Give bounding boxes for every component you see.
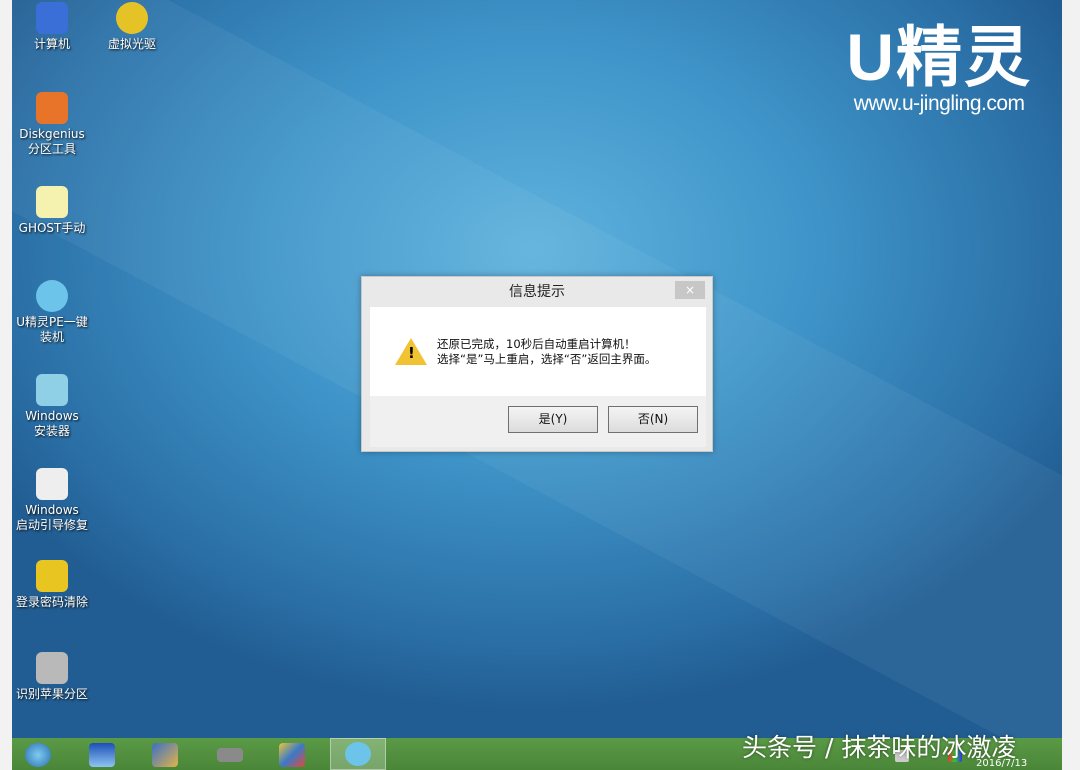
- taskbar-computer[interactable]: [82, 740, 122, 770]
- u-jingling-icon: [36, 280, 68, 312]
- dialog-footer: 是(Y) 否(N): [370, 396, 706, 447]
- no-button[interactable]: 否(N): [608, 406, 698, 433]
- taskbar-u-jingling[interactable]: [330, 738, 386, 770]
- computer-icon: [36, 2, 68, 34]
- desktop-icon[interactable]: Diskgenius 分区工具: [12, 92, 97, 157]
- windows-installer-icon: [36, 374, 68, 406]
- taskbar-drive[interactable]: [210, 740, 250, 770]
- watermark: 头条号 / 抹茶味的冰激凌: [742, 728, 1016, 764]
- disc-icon: [116, 2, 148, 34]
- desktop-icon-label: U精灵PE一键 装机: [12, 315, 97, 345]
- monitor-icon: [89, 743, 115, 767]
- dialog-content: ! 还原已完成，10秒后自动重启计算机！ 选择“是”马上重启，选择“否”返回主界…: [370, 307, 706, 396]
- desktop-icon-label: Windows 安装器: [12, 409, 97, 439]
- warning-icon: !: [395, 338, 427, 365]
- desktop-icon[interactable]: 识别苹果分区: [12, 652, 97, 702]
- info-dialog: 信息提示 × ! 还原已完成，10秒后自动重启计算机！ 选择“是”马上重启，选择…: [361, 276, 713, 452]
- taskbar-cleanup[interactable]: [145, 740, 185, 770]
- desktop-icon[interactable]: 登录密码清除: [12, 560, 97, 610]
- message-line-1: 还原已完成，10秒后自动重启计算机！: [437, 337, 656, 352]
- desktop-icon-label: Diskgenius 分区工具: [12, 127, 97, 157]
- desktop-icon-label: GHOST手动: [12, 221, 97, 236]
- hard-drive-icon: [217, 748, 243, 762]
- first-aid-box-icon: [36, 468, 68, 500]
- windows-orb-icon: [25, 743, 51, 767]
- drive-icon: [36, 652, 68, 684]
- desktop-icon-label: 登录密码清除: [12, 595, 97, 610]
- desktop-icon[interactable]: Windows 启动引导修复: [12, 468, 97, 533]
- dialog-title: 信息提示: [362, 277, 712, 307]
- logo-url: www.u-jingling.com: [846, 92, 1032, 116]
- close-button[interactable]: ×: [675, 281, 705, 299]
- key-icon: [36, 560, 68, 592]
- desktop-icon[interactable]: Windows 安装器: [12, 374, 97, 439]
- desktop-icon[interactable]: U精灵PE一键 装机: [12, 280, 97, 345]
- tools-icon: [279, 743, 305, 767]
- desktop-icon-label: 识别苹果分区: [12, 687, 97, 702]
- u-jingling-icon: [345, 742, 371, 766]
- desktop-icon[interactable]: GHOST手动: [12, 186, 97, 236]
- logo-title: U精灵: [846, 22, 1032, 92]
- diskgenius-icon: [36, 92, 68, 124]
- taskbar-tools[interactable]: [272, 740, 312, 770]
- desktop-icon-label: Windows 启动引导修复: [12, 503, 97, 533]
- desktop-icon[interactable]: 虚拟光驱: [87, 2, 177, 52]
- ghost-icon: [36, 186, 68, 218]
- yes-button[interactable]: 是(Y): [508, 406, 598, 433]
- desktop-icon[interactable]: 计算机: [12, 2, 97, 52]
- desktop-icon-label: 计算机: [12, 37, 97, 52]
- message-line-2: 选择“是”马上重启，选择“否”返回主界面。: [437, 352, 656, 367]
- broom-icon: [152, 743, 178, 767]
- desktop-icon-label: 虚拟光驱: [87, 37, 177, 52]
- start-button[interactable]: [18, 740, 58, 770]
- u-jingling-logo: U精灵 www.u-jingling.com: [846, 22, 1032, 116]
